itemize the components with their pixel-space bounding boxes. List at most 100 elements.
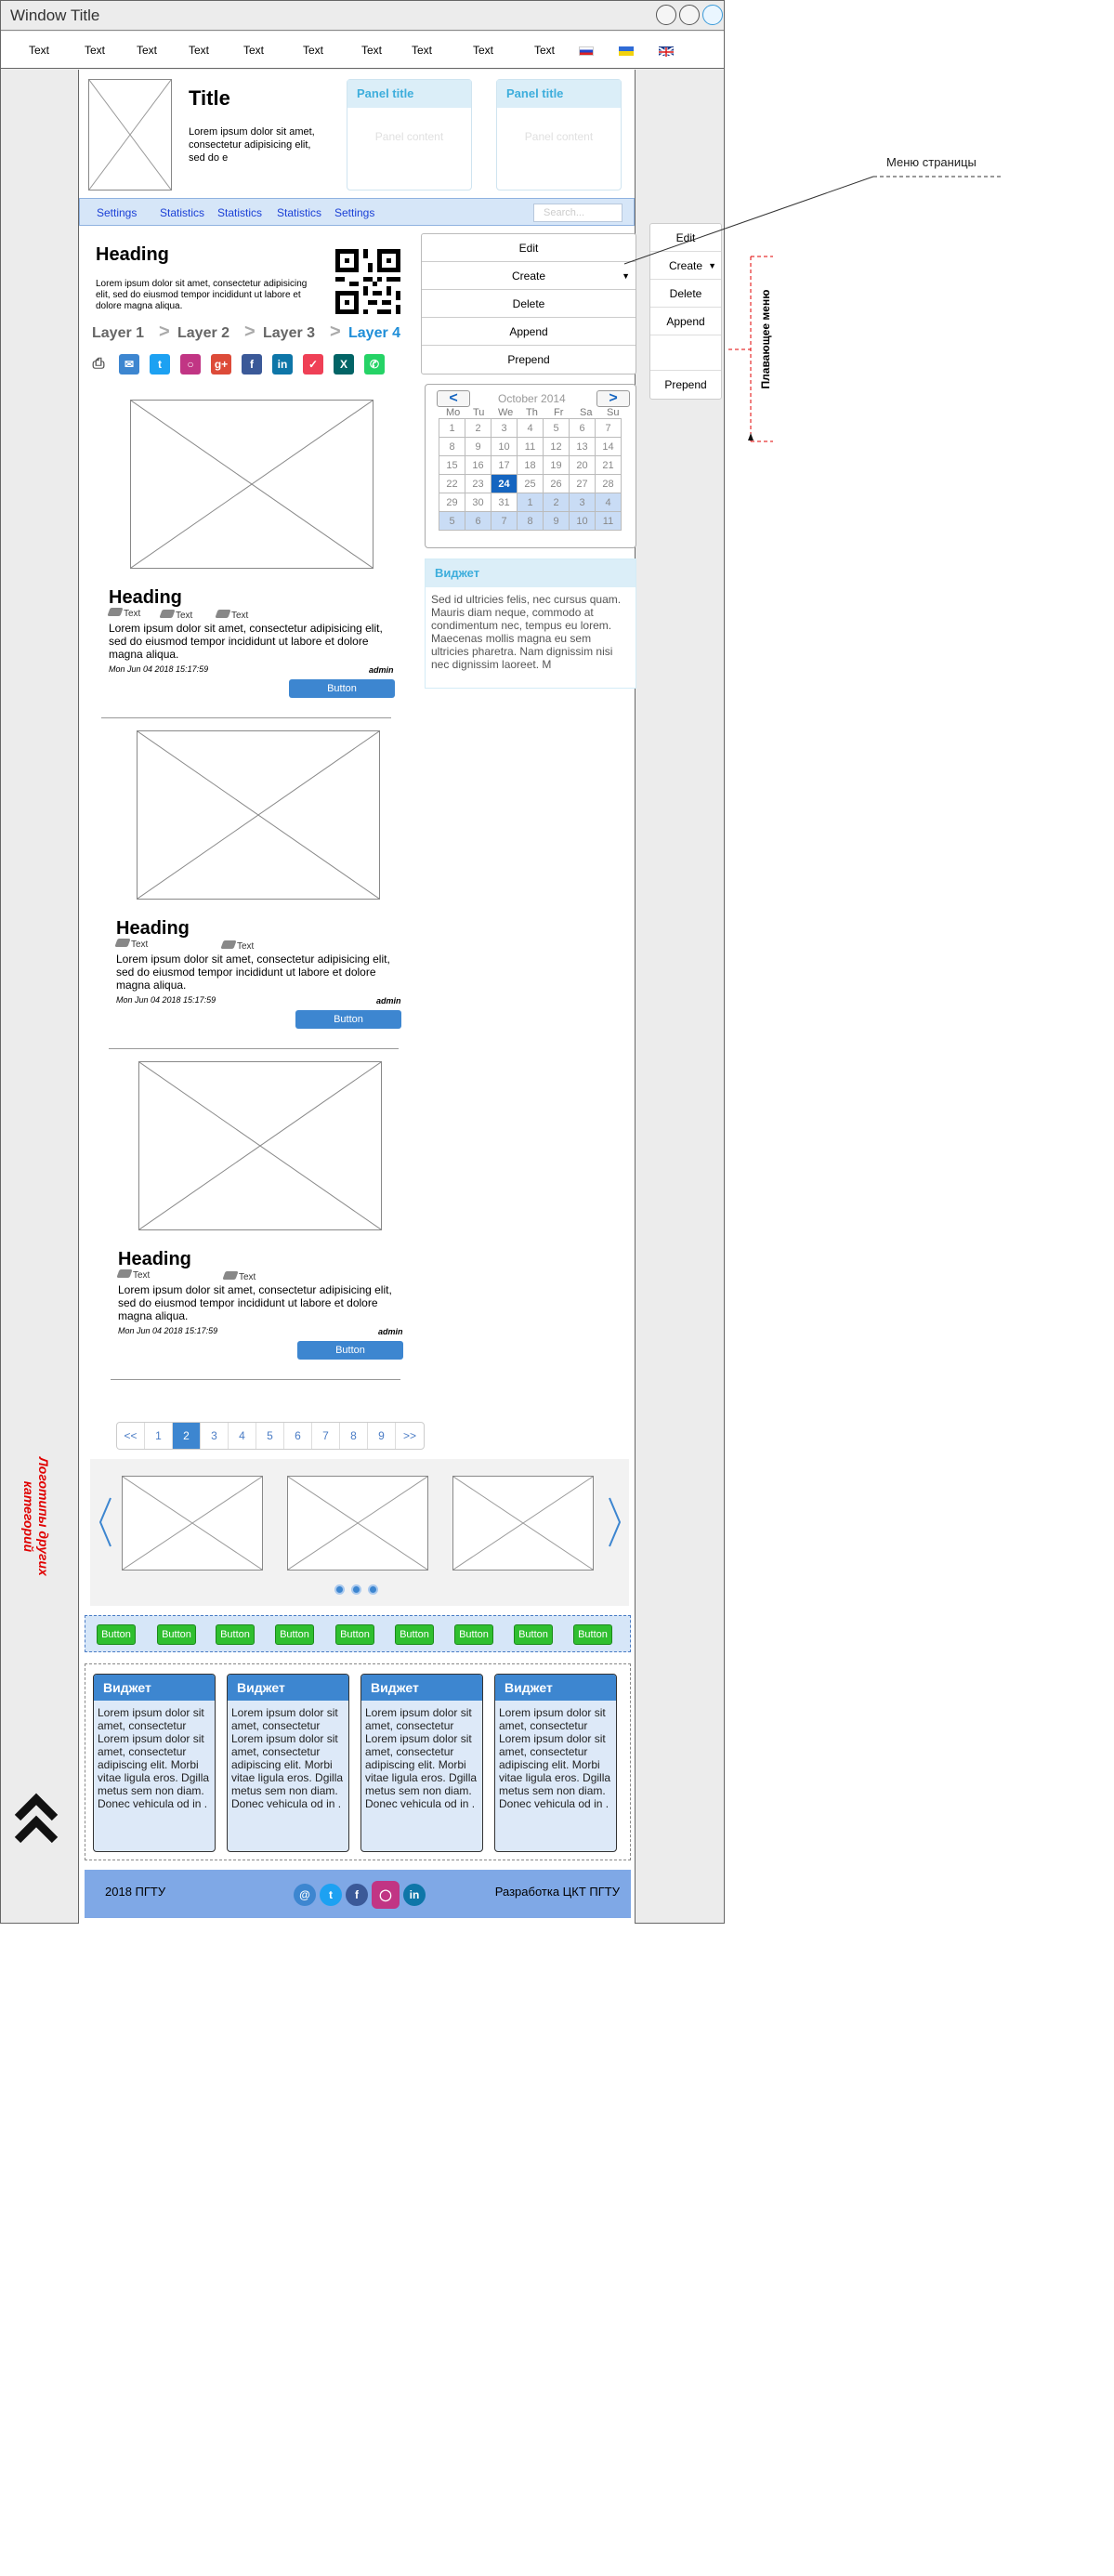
twitter-icon[interactable]: t xyxy=(320,1884,342,1906)
calendar-day[interactable]: 31 xyxy=(491,493,518,512)
twitter-icon[interactable]: t xyxy=(150,354,170,375)
calendar-day[interactable]: 12 xyxy=(543,437,570,456)
carousel-image[interactable] xyxy=(452,1476,594,1571)
calendar-day[interactable]: 13 xyxy=(569,437,596,456)
menu-item[interactable]: Text xyxy=(473,44,493,57)
calendar-day[interactable]: 4 xyxy=(517,418,544,438)
page-link[interactable]: 1 xyxy=(145,1423,173,1449)
calendar-day[interactable]: 2 xyxy=(543,493,570,512)
calendar-day[interactable]: 26 xyxy=(543,474,570,493)
calendar-day[interactable]: 5 xyxy=(439,511,465,531)
page-link[interactable]: 9 xyxy=(368,1423,396,1449)
uk-flag-icon[interactable] xyxy=(658,46,675,58)
article-tag[interactable]: Text xyxy=(116,1269,150,1281)
breadcrumb-layer-1[interactable]: Layer 1 xyxy=(92,325,144,342)
nav-item-statistics[interactable]: Statistics xyxy=(217,206,262,219)
email-icon[interactable]: @ xyxy=(294,1884,316,1906)
page-link[interactable]: 5 xyxy=(256,1423,284,1449)
calendar-day[interactable]: 1 xyxy=(517,493,544,512)
calendar-day[interactable]: 3 xyxy=(569,493,596,512)
nav-item-settings[interactable]: Settings xyxy=(97,206,137,219)
breadcrumb-layer-3[interactable]: Layer 3 xyxy=(263,325,315,342)
calendar-day[interactable]: 29 xyxy=(439,493,465,512)
calendar-day[interactable]: 1 xyxy=(439,418,465,438)
category-button[interactable]: Button xyxy=(335,1624,374,1645)
carousel-dot[interactable] xyxy=(368,1584,378,1595)
facebook-icon[interactable]: f xyxy=(346,1884,368,1906)
menu-item[interactable]: Text xyxy=(243,44,264,57)
calendar-day[interactable]: 22 xyxy=(439,474,465,493)
breadcrumb-layer-2[interactable]: Layer 2 xyxy=(177,325,229,342)
floating-menu-append[interactable]: Append xyxy=(650,308,721,335)
chevron-left-icon[interactable] xyxy=(98,1496,112,1548)
close-button[interactable] xyxy=(702,5,723,25)
category-button[interactable]: Button xyxy=(275,1624,314,1645)
category-button[interactable]: Button xyxy=(454,1624,493,1645)
article-tag[interactable]: Text xyxy=(159,610,192,621)
article-tag[interactable]: Text xyxy=(114,939,148,950)
calendar-day[interactable]: 11 xyxy=(595,511,622,531)
calendar-day[interactable]: 24 xyxy=(491,474,518,493)
page-link-active[interactable]: 2 xyxy=(173,1423,201,1449)
calendar-day[interactable]: 10 xyxy=(491,437,518,456)
search-input[interactable]: Search... xyxy=(533,204,623,222)
page-link[interactable]: 7 xyxy=(312,1423,340,1449)
page-link[interactable]: 3 xyxy=(201,1423,229,1449)
article-button[interactable]: Button xyxy=(295,1010,401,1029)
facebook-icon[interactable]: f xyxy=(242,354,262,375)
breadcrumb-layer-4[interactable]: Layer 4 xyxy=(348,325,400,342)
carousel-dot[interactable] xyxy=(334,1584,345,1595)
page-link[interactable]: 4 xyxy=(229,1423,256,1449)
article-tag[interactable]: Text xyxy=(215,610,248,621)
calendar-day[interactable]: 20 xyxy=(569,455,596,475)
category-button[interactable]: Button xyxy=(514,1624,553,1645)
category-button[interactable]: Button xyxy=(395,1624,434,1645)
page-link[interactable]: 8 xyxy=(340,1423,368,1449)
google-plus-icon[interactable]: g+ xyxy=(211,354,231,375)
menu-item[interactable]: Text xyxy=(137,44,157,57)
maximize-button[interactable] xyxy=(679,5,700,25)
instagram-icon[interactable]: ○ xyxy=(180,354,201,375)
calendar-day[interactable]: 11 xyxy=(517,437,544,456)
page-last[interactable]: >> xyxy=(396,1423,424,1449)
menu-item[interactable]: Text xyxy=(189,44,209,57)
page-link[interactable]: 6 xyxy=(284,1423,312,1449)
menu-item[interactable]: Text xyxy=(85,44,105,57)
menu-item[interactable]: Text xyxy=(534,44,555,57)
carousel-dot[interactable] xyxy=(351,1584,361,1595)
article-button[interactable]: Button xyxy=(289,679,395,698)
article-tag[interactable]: Text xyxy=(107,608,140,619)
calendar-day[interactable]: 14 xyxy=(595,437,622,456)
category-button[interactable]: Button xyxy=(97,1624,136,1645)
page-menu-delete[interactable]: Delete xyxy=(422,290,636,318)
menu-item[interactable]: Text xyxy=(303,44,323,57)
calendar-day[interactable]: 15 xyxy=(439,455,465,475)
floating-menu-prepend[interactable]: Prepend xyxy=(650,371,721,399)
article-tag[interactable]: Text xyxy=(220,940,254,952)
calendar-day[interactable]: 16 xyxy=(465,455,491,475)
menu-item[interactable]: Text xyxy=(361,44,382,57)
calendar-day[interactable]: 8 xyxy=(517,511,544,531)
scroll-to-top-icon[interactable] xyxy=(12,1790,60,1847)
calendar-day[interactable]: 5 xyxy=(543,418,570,438)
category-button[interactable]: Button xyxy=(157,1624,196,1645)
calendar-day[interactable]: 17 xyxy=(491,455,518,475)
calendar-day[interactable]: 27 xyxy=(569,474,596,493)
nav-item-statistics[interactable]: Statistics xyxy=(160,206,204,219)
page-menu-create[interactable]: Create ▼ xyxy=(422,262,636,290)
calendar-day[interactable]: 9 xyxy=(465,437,491,456)
calendar-day[interactable]: 23 xyxy=(465,474,491,493)
linkedin-icon[interactable]: in xyxy=(272,354,293,375)
article-button[interactable]: Button xyxy=(297,1341,403,1360)
calendar-day[interactable]: 10 xyxy=(569,511,596,531)
calendar-day[interactable]: 6 xyxy=(569,418,596,438)
calendar-day[interactable]: 21 xyxy=(595,455,622,475)
linkedin-icon[interactable]: in xyxy=(403,1884,426,1906)
page-menu-prepend[interactable]: Prepend xyxy=(422,346,636,374)
category-button[interactable]: Button xyxy=(216,1624,255,1645)
menu-item[interactable]: Text xyxy=(29,44,49,57)
instagram-icon[interactable]: ◯ xyxy=(372,1881,400,1909)
article-heading[interactable]: Heading xyxy=(116,918,190,940)
calendar-day[interactable]: 4 xyxy=(595,493,622,512)
chevron-right-icon[interactable] xyxy=(608,1496,623,1548)
